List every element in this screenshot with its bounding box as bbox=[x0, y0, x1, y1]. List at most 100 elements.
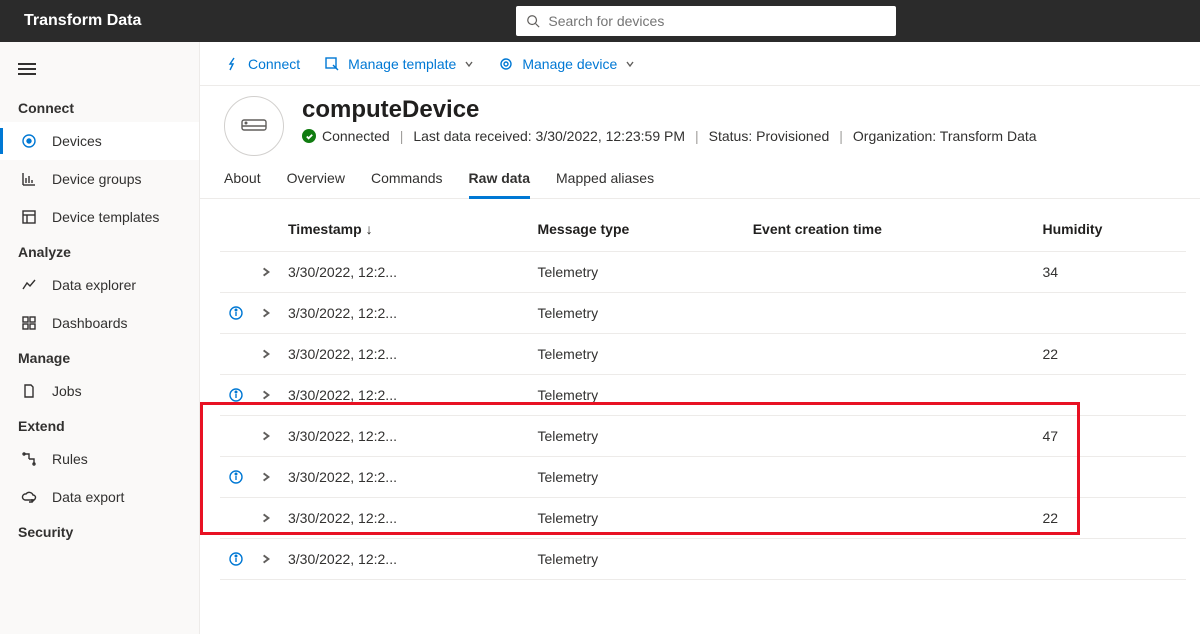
command-bar: Connect Manage template Manage device bbox=[200, 42, 1200, 86]
table-row[interactable]: 3/30/2022, 12:2...Telemetry47 bbox=[220, 416, 1186, 457]
sidebar-item-label: Device groups bbox=[52, 171, 142, 187]
sidebar-item-label: Data explorer bbox=[52, 277, 136, 293]
sidebar-item-devices[interactable]: Devices bbox=[0, 122, 199, 160]
cell-humidity: 22 bbox=[1034, 498, 1186, 539]
sidebar-item-data-export[interactable]: Data export bbox=[0, 478, 199, 516]
sidebar: Connect Devices Device groups Device tem… bbox=[0, 42, 200, 634]
sidebar-item-dashboards[interactable]: Dashboards bbox=[0, 304, 199, 342]
sidebar-item-device-templates[interactable]: Device templates bbox=[0, 198, 199, 236]
expand-row-icon[interactable] bbox=[260, 389, 272, 401]
sidebar-item-rules[interactable]: Rules bbox=[0, 440, 199, 478]
raw-data-table: Timestamp↓ Message type Event creation t… bbox=[220, 207, 1186, 580]
cell-message-type: Telemetry bbox=[529, 416, 744, 457]
status-connected-icon bbox=[302, 129, 316, 143]
device-avatar-icon bbox=[224, 96, 284, 156]
cell-timestamp: 3/30/2022, 12:2... bbox=[280, 375, 529, 416]
search-input-wrap[interactable] bbox=[516, 6, 896, 36]
sidebar-item-label: Dashboards bbox=[52, 315, 128, 331]
cmd-label: Manage device bbox=[522, 56, 617, 72]
table-row[interactable]: 3/30/2022, 12:2...Telemetry bbox=[220, 457, 1186, 498]
sidebar-section-security: Security bbox=[0, 516, 199, 546]
col-event-creation-time[interactable]: Event creation time bbox=[745, 207, 1035, 252]
cell-humidity: 22 bbox=[1034, 334, 1186, 375]
last-data-label: Last data received: 3/30/2022, 12:23:59 … bbox=[413, 128, 685, 144]
grid-icon bbox=[20, 314, 38, 332]
template-icon bbox=[20, 208, 38, 226]
hamburger-button[interactable] bbox=[0, 52, 199, 92]
sidebar-item-label: Jobs bbox=[52, 383, 82, 399]
sidebar-item-device-groups[interactable]: Device groups bbox=[0, 160, 199, 198]
device-manage-icon bbox=[498, 56, 514, 72]
sidebar-item-jobs[interactable]: Jobs bbox=[0, 372, 199, 410]
tab-commands[interactable]: Commands bbox=[371, 170, 443, 198]
cell-timestamp: 3/30/2022, 12:2... bbox=[280, 498, 529, 539]
cell-message-type: Telemetry bbox=[529, 334, 744, 375]
cell-event-creation-time bbox=[745, 375, 1035, 416]
table-row[interactable]: 3/30/2022, 12:2...Telemetry22 bbox=[220, 498, 1186, 539]
expand-row-icon[interactable] bbox=[260, 553, 272, 565]
cell-timestamp: 3/30/2022, 12:2... bbox=[280, 252, 529, 293]
tab-mapped-aliases[interactable]: Mapped aliases bbox=[556, 170, 654, 198]
tabs: About Overview Commands Raw data Mapped … bbox=[200, 156, 1200, 199]
cell-timestamp: 3/30/2022, 12:2... bbox=[280, 457, 529, 498]
chevron-down-icon bbox=[464, 59, 474, 69]
cmd-label: Connect bbox=[248, 56, 300, 72]
cell-message-type: Telemetry bbox=[529, 293, 744, 334]
sidebar-item-label: Devices bbox=[52, 133, 102, 149]
table-row[interactable]: 3/30/2022, 12:2...Telemetry bbox=[220, 375, 1186, 416]
expand-row-icon[interactable] bbox=[260, 471, 272, 483]
device-name: computeDevice bbox=[302, 96, 1037, 124]
sidebar-item-label: Rules bbox=[52, 451, 88, 467]
cell-event-creation-time bbox=[745, 293, 1035, 334]
cell-event-creation-time bbox=[745, 416, 1035, 457]
sidebar-section-extend: Extend bbox=[0, 410, 199, 440]
document-icon bbox=[20, 382, 38, 400]
tab-raw-data[interactable]: Raw data bbox=[469, 170, 530, 199]
cell-humidity bbox=[1034, 293, 1186, 334]
template-edit-icon bbox=[324, 56, 340, 72]
expand-row-icon[interactable] bbox=[260, 348, 272, 360]
cell-message-type: Telemetry bbox=[529, 457, 744, 498]
cell-message-type: Telemetry bbox=[529, 375, 744, 416]
plug-icon bbox=[224, 56, 240, 72]
expand-row-icon[interactable] bbox=[260, 430, 272, 442]
col-message-type[interactable]: Message type bbox=[529, 207, 744, 252]
cell-humidity: 34 bbox=[1034, 252, 1186, 293]
cell-humidity bbox=[1034, 539, 1186, 580]
status-field: Status: Provisioned bbox=[709, 128, 830, 144]
sidebar-section-manage: Manage bbox=[0, 342, 199, 372]
cmd-label: Manage template bbox=[348, 56, 456, 72]
col-humidity[interactable]: Humidity bbox=[1034, 207, 1186, 252]
expand-row-icon[interactable] bbox=[260, 512, 272, 524]
org-field: Organization: Transform Data bbox=[853, 128, 1037, 144]
cell-timestamp: 3/30/2022, 12:2... bbox=[280, 539, 529, 580]
table-row[interactable]: 3/30/2022, 12:2...Telemetry bbox=[220, 539, 1186, 580]
chevron-down-icon bbox=[625, 59, 635, 69]
cmd-connect[interactable]: Connect bbox=[224, 56, 300, 72]
expand-row-icon[interactable] bbox=[260, 266, 272, 278]
tab-about[interactable]: About bbox=[224, 170, 261, 198]
cell-message-type: Telemetry bbox=[529, 252, 744, 293]
bar-chart-icon bbox=[20, 170, 38, 188]
cloud-export-icon bbox=[20, 488, 38, 506]
top-bar: Transform Data bbox=[0, 0, 1200, 42]
search-icon bbox=[526, 14, 540, 28]
cell-timestamp: 3/30/2022, 12:2... bbox=[280, 293, 529, 334]
search-input[interactable] bbox=[548, 13, 886, 29]
cell-humidity: 47 bbox=[1034, 416, 1186, 457]
col-timestamp[interactable]: Timestamp↓ bbox=[280, 207, 529, 252]
cmd-manage-device[interactable]: Manage device bbox=[498, 56, 635, 72]
tab-overview[interactable]: Overview bbox=[287, 170, 345, 198]
sidebar-item-label: Device templates bbox=[52, 209, 159, 225]
device-header: computeDevice Connected | Last data rece… bbox=[200, 86, 1200, 156]
cmd-manage-template[interactable]: Manage template bbox=[324, 56, 474, 72]
cell-event-creation-time bbox=[745, 498, 1035, 539]
cell-humidity bbox=[1034, 375, 1186, 416]
cell-event-creation-time bbox=[745, 457, 1035, 498]
table-row[interactable]: 3/30/2022, 12:2...Telemetry bbox=[220, 293, 1186, 334]
table-row[interactable]: 3/30/2022, 12:2...Telemetry 34 bbox=[220, 252, 1186, 293]
cell-message-type: Telemetry bbox=[529, 539, 744, 580]
expand-row-icon[interactable] bbox=[260, 307, 272, 319]
sidebar-item-data-explorer[interactable]: Data explorer bbox=[0, 266, 199, 304]
table-row[interactable]: 3/30/2022, 12:2...Telemetry22 bbox=[220, 334, 1186, 375]
